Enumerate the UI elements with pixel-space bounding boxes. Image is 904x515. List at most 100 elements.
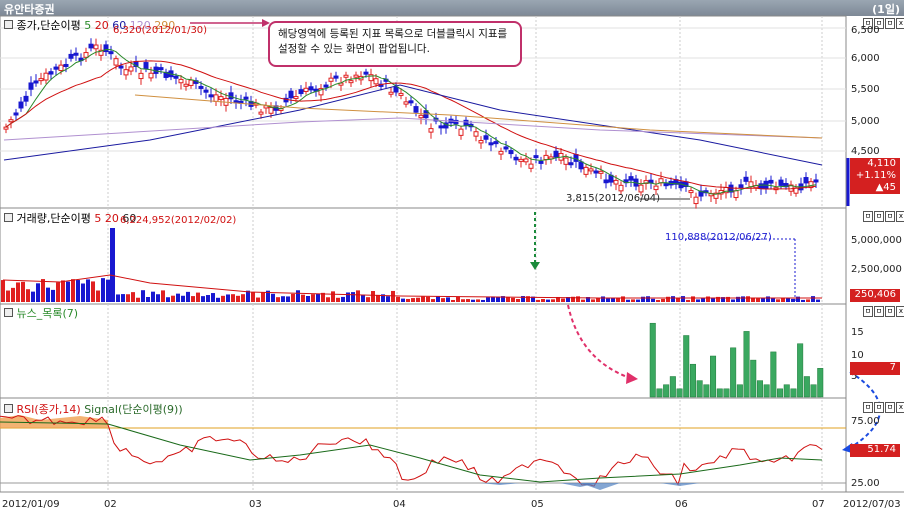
- rsi-pane-title: RSI(종가,14): [16, 403, 81, 416]
- volume-bar: [476, 299, 480, 302]
- volume-bar: [126, 294, 130, 302]
- close-pane-button[interactable]: x: [896, 306, 904, 317]
- volume-bar: [446, 297, 450, 302]
- candle-body: [758, 183, 764, 190]
- volume-bar: [261, 292, 265, 302]
- volume-bar: [431, 299, 435, 302]
- news-bar: [743, 331, 750, 398]
- candle-body: [333, 75, 339, 79]
- pane-icon: [4, 404, 13, 413]
- rsi-pane-header[interactable]: RSI(종가,14) Signal(단순이평(9)): [4, 401, 183, 417]
- candle-body: [628, 176, 634, 181]
- volume-min-label: 110,888(2012/06/27): [665, 232, 772, 243]
- price-tick: 6,500: [851, 25, 880, 36]
- volume-bar: [241, 294, 245, 302]
- volume-bar: [771, 298, 775, 302]
- volume-bar: [746, 296, 750, 302]
- volume-bar: [766, 296, 770, 302]
- volume-bar: [731, 299, 735, 302]
- candle-body: [523, 158, 529, 163]
- pane-button[interactable]: ㅁ: [863, 306, 873, 317]
- volume-bar: [461, 299, 465, 302]
- candle-body: [268, 107, 274, 114]
- candle-body: [568, 162, 574, 166]
- pane-button[interactable]: ㅁ: [874, 211, 884, 222]
- pane-button[interactable]: ㅁ: [874, 306, 884, 317]
- candle-body: [198, 85, 204, 89]
- volume-bar: [396, 296, 400, 302]
- close-pane-button[interactable]: x: [896, 402, 904, 413]
- volume-bar: [161, 290, 165, 302]
- news-bar: [683, 335, 690, 398]
- news-pane-buttons[interactable]: ㅁㅁㅁx: [863, 306, 904, 317]
- candle-body: [473, 131, 479, 137]
- volume-bar: [11, 287, 15, 302]
- rsi-tick: 25.00: [851, 478, 880, 489]
- news-bar: [676, 388, 683, 398]
- volume-bar: [121, 294, 125, 302]
- volume-bar: [816, 299, 820, 302]
- candle-body: [128, 66, 134, 72]
- volume-bar: [386, 296, 390, 302]
- rsi-pane-buttons[interactable]: ㅁㅁㅁx: [863, 402, 904, 413]
- volume-bar: [316, 293, 320, 302]
- price-tick: 6,000: [851, 53, 880, 64]
- volume-bar: [391, 290, 395, 302]
- pane-button[interactable]: ㅁ: [885, 402, 895, 413]
- volume-pane-buttons[interactable]: ㅁㅁㅁx: [863, 211, 904, 222]
- x-axis-label: 2012/07/03: [843, 499, 901, 510]
- pane-button[interactable]: ㅁ: [885, 18, 895, 29]
- candle-body: [83, 52, 89, 58]
- news-bar: [710, 355, 717, 398]
- pane-button[interactable]: ㅁ: [863, 402, 873, 413]
- news-pane-title: 뉴스_목록(7): [16, 307, 79, 320]
- volume-bar: [326, 297, 330, 302]
- volume-bar: [231, 294, 235, 302]
- volume-max-label: 6,224,952(2012/02/02): [120, 215, 237, 226]
- pane-button[interactable]: ㅁ: [885, 211, 895, 222]
- candle-body: [23, 95, 29, 102]
- volume-bar: [456, 296, 460, 302]
- pane-button[interactable]: ㅁ: [874, 402, 884, 413]
- volume-bar: [656, 299, 660, 302]
- candle-body: [428, 128, 434, 133]
- news-bar: [810, 384, 817, 398]
- volume-bar: [646, 296, 650, 302]
- price-tick: 5,000: [851, 116, 880, 127]
- close-pane-button[interactable]: x: [896, 18, 904, 29]
- candle-body: [638, 184, 644, 193]
- volume-bar: [356, 290, 360, 302]
- volume-pane-header[interactable]: 거래량,단순이평 5 20 60: [4, 210, 136, 226]
- volume-bar: [436, 296, 440, 302]
- volume-bar: [811, 296, 815, 302]
- news-bar: [649, 322, 656, 398]
- pane-button[interactable]: ㅁ: [863, 211, 873, 222]
- volume-bar: [611, 298, 615, 302]
- candle-body: [73, 52, 79, 56]
- candle-body: [173, 75, 179, 79]
- candle-body: [43, 72, 49, 81]
- chart-canvas[interactable]: [0, 0, 904, 515]
- volume-bar: [131, 292, 135, 302]
- volume-bar: [791, 298, 795, 302]
- news-current-tag: 7: [850, 362, 900, 375]
- candle-body: [353, 74, 359, 78]
- candle-body: [288, 90, 294, 99]
- help-callout: 해당영역에 등록된 지표 목록으로 더블클릭시 지표를 설정할 수 있는 화면이…: [268, 21, 522, 67]
- volume-bar: [486, 297, 490, 302]
- volume-bar: [296, 290, 300, 302]
- candle-body: [503, 146, 509, 150]
- news-bar: [803, 376, 810, 398]
- volume-bar: [341, 296, 345, 302]
- candle-body: [308, 86, 314, 91]
- news-bar: [656, 388, 663, 398]
- volume-bar: [156, 294, 160, 302]
- pane-button[interactable]: ㅁ: [885, 306, 895, 317]
- candle-body: [178, 78, 184, 84]
- close-pane-button[interactable]: x: [896, 211, 904, 222]
- candle-body: [578, 161, 584, 170]
- volume-bar: [206, 295, 210, 302]
- news-pane-header[interactable]: 뉴스_목록(7): [4, 305, 78, 321]
- volume-bar: [201, 296, 205, 302]
- volume-bar: [291, 293, 295, 302]
